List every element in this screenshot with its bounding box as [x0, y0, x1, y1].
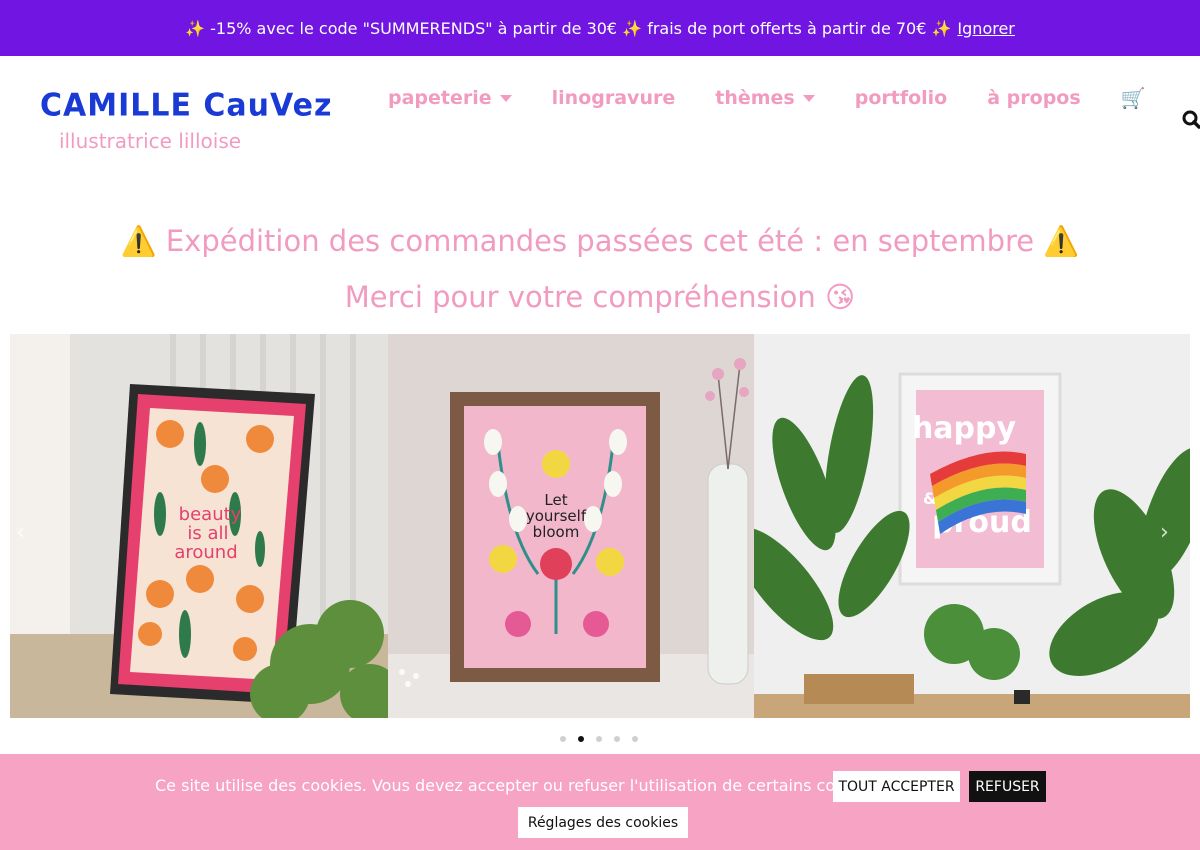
- logo-title: CAMILLE CauVez: [40, 87, 333, 124]
- carousel-dot[interactable]: [632, 736, 638, 742]
- cookie-settings-button[interactable]: Réglages des cookies: [518, 807, 688, 838]
- nav-item-linogravure[interactable]: linogravure: [552, 87, 676, 109]
- nav-item-label: linogravure: [551, 87, 676, 109]
- cookie-text: Ce site utilise des cookies. Vous devez …: [155, 776, 882, 795]
- poster-text: is all: [187, 523, 228, 544]
- carousel-dot[interactable]: [560, 736, 566, 742]
- promo-text: ✨ -15% avec le code "SUMMERENDS" à parti…: [185, 18, 952, 38]
- nav-item-papeterie[interactable]: papeterie: [388, 87, 512, 109]
- carousel-dot[interactable]: [614, 736, 620, 742]
- promo-dismiss-link[interactable]: Ignorer: [957, 19, 1014, 38]
- thanks-notice: Merci pour votre compréhension 😘: [344, 280, 856, 314]
- carousel-dot-active[interactable]: [578, 736, 584, 742]
- poster-text: bloom: [533, 523, 580, 541]
- promo-banner: ✨ -15% avec le code "SUMMERENDS" à parti…: [0, 0, 1200, 56]
- nav-item-label: thèmes: [715, 87, 795, 109]
- nav-item-portfolio[interactable]: portfolio: [855, 87, 948, 109]
- nav-item-label: papeterie: [388, 87, 492, 109]
- chevron-left-icon[interactable]: ‹: [16, 520, 25, 545]
- carousel-slide[interactable]: happy & proud: [754, 334, 1190, 718]
- slide-image-bloom: Let yourself bloom: [388, 334, 754, 718]
- cookie-banner: Ce site utilise des cookies. Vous devez …: [0, 754, 1200, 850]
- shipping-notice: ⚠️ Expédition des commandes passées cet …: [120, 224, 1080, 258]
- nav-item-label: portfolio: [854, 87, 948, 109]
- carousel-dot[interactable]: [596, 736, 602, 742]
- logo-subtitle: illustratrice lilloise: [58, 129, 242, 153]
- nav-item-a-propos[interactable]: à propos: [987, 87, 1080, 109]
- nav-item-label: à propos: [987, 87, 1081, 109]
- accept-all-button[interactable]: TOUT ACCEPTER: [833, 771, 960, 802]
- product-carousel[interactable]: beauty is all around Let yourself bloom …: [10, 334, 1190, 718]
- carousel-dots: [560, 736, 638, 742]
- site-logo[interactable]: CAMILLE CauVez illustratrice lilloise: [40, 87, 333, 153]
- carousel-slide[interactable]: Let yourself bloom: [388, 334, 754, 718]
- main-nav: papeterie linogravure thèmes portfolio à…: [388, 86, 1146, 110]
- search-icon[interactable]: [1182, 108, 1200, 132]
- slide-image-beauty: beauty is all around: [10, 334, 388, 718]
- cart-icon[interactable]: 🛒: [1121, 86, 1146, 110]
- poster-text: happy: [912, 411, 1017, 446]
- poster-text: beauty: [179, 504, 242, 525]
- nav-item-themes[interactable]: thèmes: [715, 87, 815, 109]
- caret-down-icon: [499, 94, 512, 102]
- slide-image-happy-proud: happy & proud: [754, 334, 1190, 718]
- refuse-button[interactable]: REFUSER: [969, 771, 1046, 802]
- poster-text: around: [174, 542, 237, 563]
- site-header: CAMILLE CauVez illustratrice lilloise pa…: [0, 56, 1200, 176]
- carousel-slide[interactable]: beauty is all around: [10, 334, 388, 718]
- chevron-right-icon[interactable]: ›: [1160, 520, 1169, 545]
- caret-down-icon: [802, 94, 815, 102]
